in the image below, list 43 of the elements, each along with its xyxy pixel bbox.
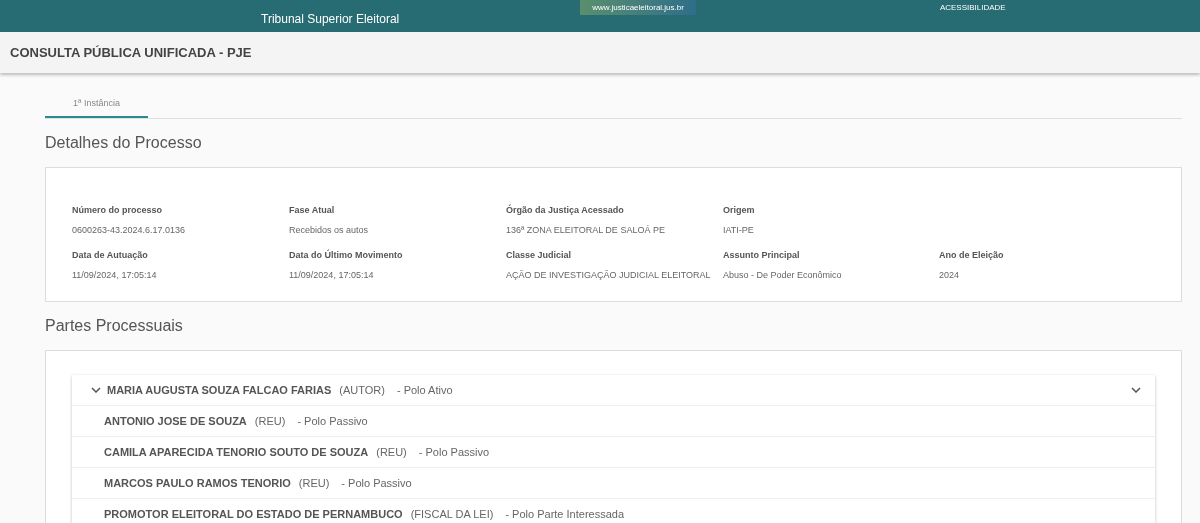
section-heading: Detalhes do Processo bbox=[45, 133, 203, 153]
section-heading: Partes Processuais bbox=[45, 316, 184, 336]
url-link[interactable]: www.justicaeleitoral.jus.br bbox=[580, 0, 696, 15]
accessibility-link[interactable]: ACESSIBILIDADE bbox=[939, 2, 1006, 14]
org-name: Tribunal Superior Eleitoral bbox=[261, 11, 400, 28]
field-value: 11/09/2024, 17:05:14 bbox=[289, 268, 375, 282]
field-label: Classe Judicial bbox=[506, 249, 573, 262]
field-label: Ano de Eleição bbox=[939, 249, 1005, 262]
field-label: Data de Autuação bbox=[72, 249, 149, 262]
field-value: AÇÃO DE INVESTIGAÇÃO JUDICIAL ELEITORAL bbox=[506, 268, 712, 282]
chevron-down-icon bbox=[1131, 387, 1141, 393]
field-value: 136ª ZONA ELEITORAL DE SALOÁ PE bbox=[506, 223, 666, 237]
party-pole: - Polo Passivo bbox=[341, 475, 412, 491]
party-pole: - Polo Passivo bbox=[297, 413, 368, 429]
page-title: CONSULTA PÚBLICA UNIFICADA - PJE bbox=[10, 43, 252, 62]
chevron-down-icon bbox=[91, 387, 101, 393]
field-label: Assunto Principal bbox=[723, 249, 801, 262]
party-name: MARIA AUGUSTA SOUZA FALCAO FARIAS bbox=[107, 382, 332, 398]
party-name: MARCOS PAULO RAMOS TENORIO bbox=[104, 475, 291, 491]
panel-header[interactable]: MARIA AUGUSTA SOUZA FALCAO FARIAS (AUTOR) - Polo Ativo bbox=[72, 375, 1155, 406]
field-value: 11/09/2024, 17:05:14 bbox=[72, 268, 158, 282]
party-name: PROMOTOR ELEITORAL DO ESTADO DE PERNAMBUCO bbox=[104, 506, 403, 522]
party-pole: - Polo Ativo bbox=[396, 382, 453, 398]
field-value: IATI-PE bbox=[723, 223, 755, 237]
field-label: Número do processo bbox=[72, 204, 164, 217]
field-value: 0600263-43.2024.6.17.0136 bbox=[72, 223, 187, 237]
party-pole: - Polo Parte Interessada bbox=[505, 506, 624, 522]
field-value: 2024 bbox=[939, 268, 961, 282]
party-name: CAMILA APARECIDA TENORIO SOUTO DE SOUZA bbox=[104, 444, 369, 460]
party-role: (FISCAL DA LEI) bbox=[410, 506, 494, 522]
field-label: Fase Atual bbox=[289, 204, 336, 217]
party-role: (REU) bbox=[298, 475, 330, 491]
party-name: ANTONIO JOSE DE SOUZA bbox=[104, 413, 247, 429]
party-role: (REU) bbox=[254, 413, 286, 429]
party-role: (AUTOR) bbox=[339, 382, 385, 398]
tab[interactable]: 1ª Instância bbox=[45, 91, 148, 118]
field-label: Origem bbox=[723, 204, 756, 217]
field-value: Abuso - De Poder Econômico bbox=[723, 268, 843, 282]
field-label: Órgão da Justiça Acessado bbox=[506, 204, 625, 217]
party-pole: - Polo Passivo bbox=[418, 444, 490, 460]
field-value: Recebidos os autos bbox=[289, 223, 370, 237]
party-role: (REU) bbox=[376, 444, 407, 460]
field-label: Data do Último Movimento bbox=[289, 249, 404, 262]
